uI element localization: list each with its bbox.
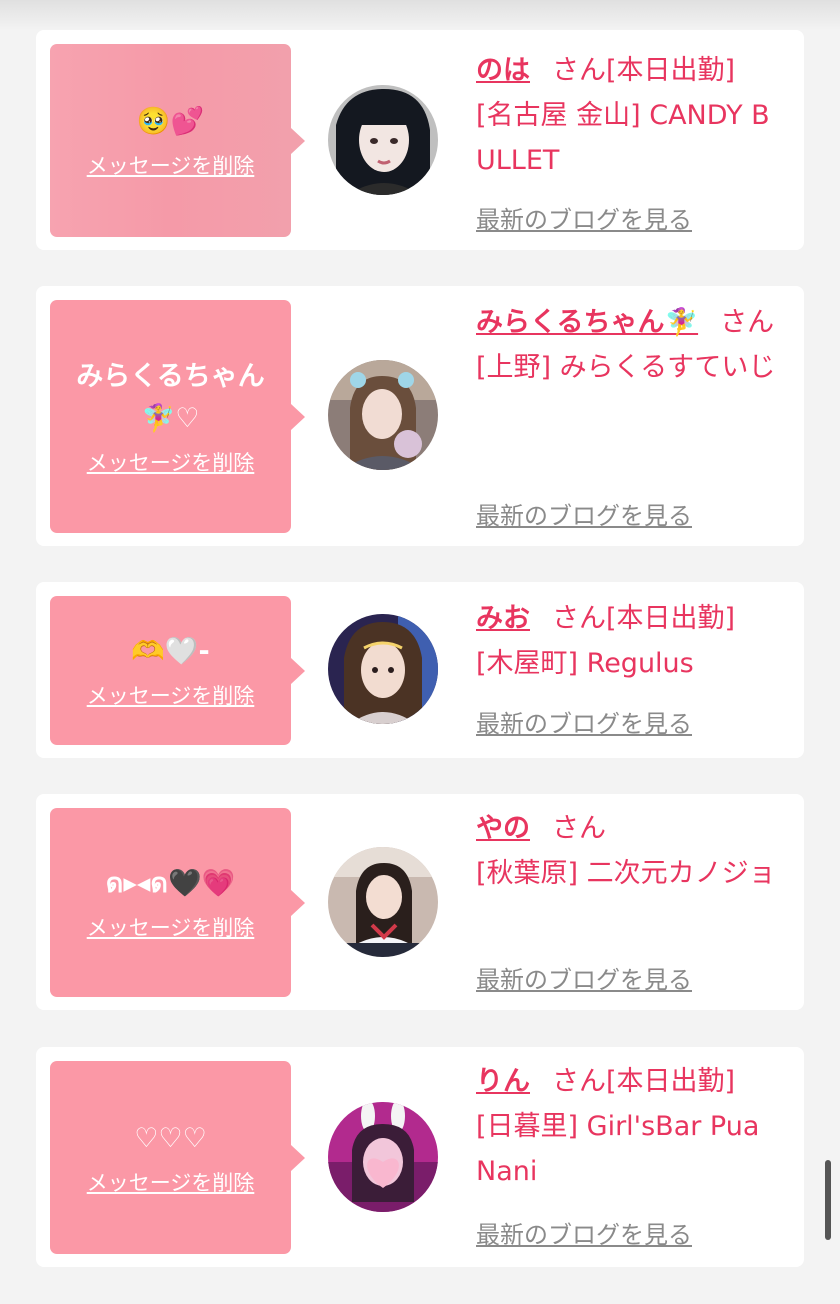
name-suffix: さん	[552, 603, 606, 634]
name-suffix: さん	[552, 813, 606, 844]
profile-info: のは さん[本日出勤] [名古屋 金山] CANDY BULLET	[476, 48, 776, 183]
latest-blog-link[interactable]: 最新のブログを見る	[476, 200, 692, 235]
message-bubble: 🫶🤍‐ メッセージを削除	[50, 596, 305, 745]
message-card: ด▸◂ด🖤💗 メッセージを削除 やの さん [秋葉原] 二次元カノジョ 最新のブロ…	[36, 794, 804, 1010]
attendance-status: [本日出勤]	[606, 603, 736, 634]
shop-name: [上野] みらくるすていじ	[476, 352, 776, 383]
message-bubble: ♡♡♡ メッセージを削除	[50, 1061, 305, 1254]
profile-info: りん さん[本日出勤] [日暮里] Girl'sBar Pua Nani	[476, 1059, 776, 1194]
profile-info: やの さん [秋葉原] 二次元カノジョ	[476, 806, 776, 896]
scrollbar[interactable]	[825, 1160, 831, 1240]
message-card: みらくるちゃん🧚‍♀️♡ メッセージを削除 みらくるちゃん🧚‍♀️ さん [上野]…	[36, 286, 804, 546]
delete-message-link[interactable]: メッセージを削除	[87, 448, 255, 478]
attendance-status: [本日出勤]	[606, 55, 736, 86]
avatar-photo-icon[interactable]	[328, 847, 438, 957]
profile-name-link[interactable]: みらくるちゃん🧚‍♀️	[476, 307, 698, 338]
avatar-photo-icon[interactable]	[328, 614, 438, 724]
attendance-status: [本日出勤]	[606, 1066, 736, 1097]
delete-message-link[interactable]: メッセージを削除	[87, 913, 255, 943]
delete-message-link[interactable]: メッセージを削除	[87, 681, 255, 711]
profile-info: みお さん[本日出勤] [木屋町] Regulus	[476, 596, 776, 686]
message-bubble: みらくるちゃん🧚‍♀️♡ メッセージを削除	[50, 300, 305, 533]
message-text: ด▸◂ด🖤💗	[105, 867, 236, 899]
avatar-photo-icon[interactable]	[328, 85, 438, 195]
delete-message-link[interactable]: メッセージを削除	[87, 1168, 255, 1198]
message-card: 🫶🤍‐ メッセージを削除 みお さん[本日出勤] [木屋町] Regulus 最新…	[36, 582, 804, 758]
latest-blog-link[interactable]: 最新のブログを見る	[476, 704, 692, 739]
page: 🥹💕 メッセージを削除 のは さん[本日出勤] [名古屋 金山] CANDY BU…	[0, 0, 840, 1304]
message-text: みらくるちゃん🧚‍♀️♡	[76, 360, 265, 434]
name-suffix: さん	[720, 307, 775, 338]
message-bubble: ด▸◂ด🖤💗 メッセージを削除	[50, 808, 305, 997]
shop-name: [名古屋 金山] CANDY BULLET	[476, 100, 770, 176]
name-suffix: さん	[552, 1066, 606, 1097]
name-suffix: さん	[552, 55, 606, 86]
profile-name-link[interactable]: みお	[476, 603, 530, 634]
profile-info: みらくるちゃん🧚‍♀️ さん [上野] みらくるすていじ	[476, 300, 776, 390]
message-bubble: 🥹💕 メッセージを削除	[50, 44, 305, 237]
avatar-photo-icon[interactable]	[328, 360, 438, 470]
profile-name-link[interactable]: りん	[476, 1066, 530, 1097]
message-text: ♡♡♡	[134, 1122, 207, 1154]
delete-message-link[interactable]: メッセージを削除	[87, 151, 255, 181]
shop-name: [日暮里] Girl'sBar Pua Nani	[476, 1111, 760, 1187]
latest-blog-link[interactable]: 最新のブログを見る	[476, 960, 692, 995]
message-text: 🥹💕	[136, 105, 205, 137]
profile-name-link[interactable]: やの	[476, 813, 530, 844]
avatar-photo-icon[interactable]	[328, 1102, 438, 1212]
message-text: 🫶🤍‐	[131, 635, 210, 667]
message-card: ♡♡♡ メッセージを削除 りん さん[本日出勤] [日暮里] Girl'sBar …	[36, 1047, 804, 1267]
profile-name-link[interactable]: のは	[476, 55, 530, 86]
shop-name: [木屋町] Regulus	[476, 648, 694, 679]
top-fade	[0, 0, 840, 30]
latest-blog-link[interactable]: 最新のブログを見る	[476, 1215, 692, 1250]
message-card: 🥹💕 メッセージを削除 のは さん[本日出勤] [名古屋 金山] CANDY BU…	[36, 30, 804, 250]
latest-blog-link[interactable]: 最新のブログを見る	[476, 496, 692, 531]
shop-name: [秋葉原] 二次元カノジョ	[476, 858, 776, 889]
